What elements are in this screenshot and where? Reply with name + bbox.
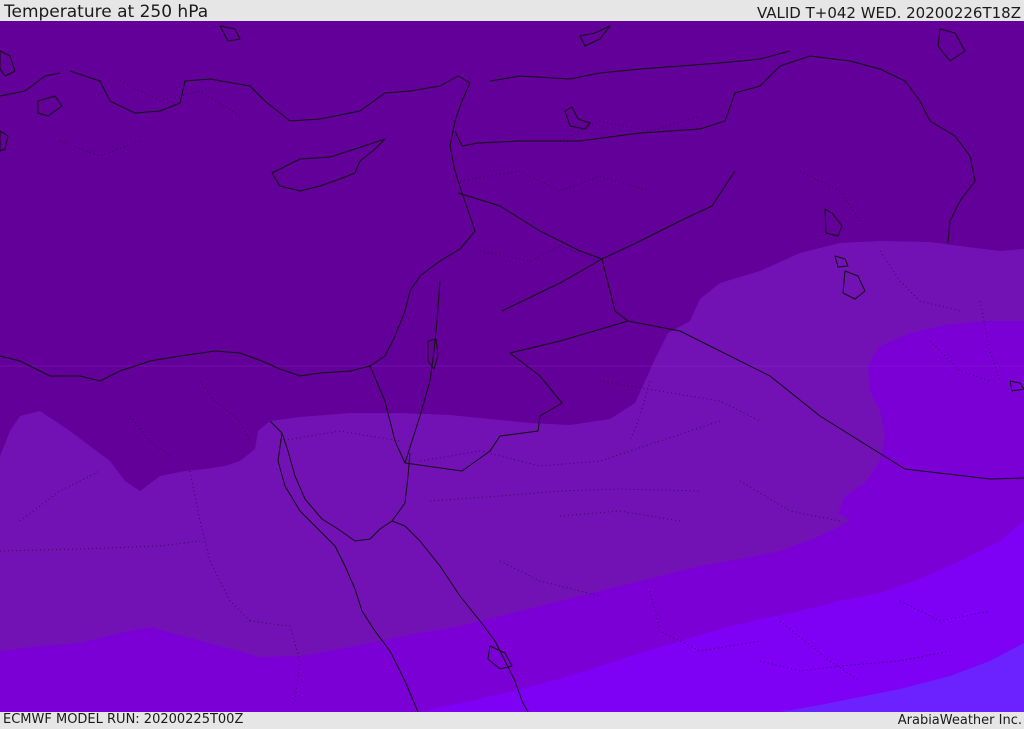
map-canvas — [0, 21, 1024, 712]
weather-map[interactable] — [0, 21, 1024, 712]
model-run: ECMWF MODEL RUN: 20200225T00Z — [3, 712, 244, 727]
map-header: Temperature at 250 hPa VALID T+042 WED. … — [0, 0, 1024, 21]
valid-time: VALID T+042 WED. 20200226T18Z — [756, 4, 1021, 22]
map-footer: ECMWF MODEL RUN: 20200225T00Z ArabiaWeat… — [0, 712, 1024, 729]
credit-text: ArabiaWeather Inc. — [897, 713, 1022, 728]
map-title: Temperature at 250 hPa — [4, 2, 209, 22]
